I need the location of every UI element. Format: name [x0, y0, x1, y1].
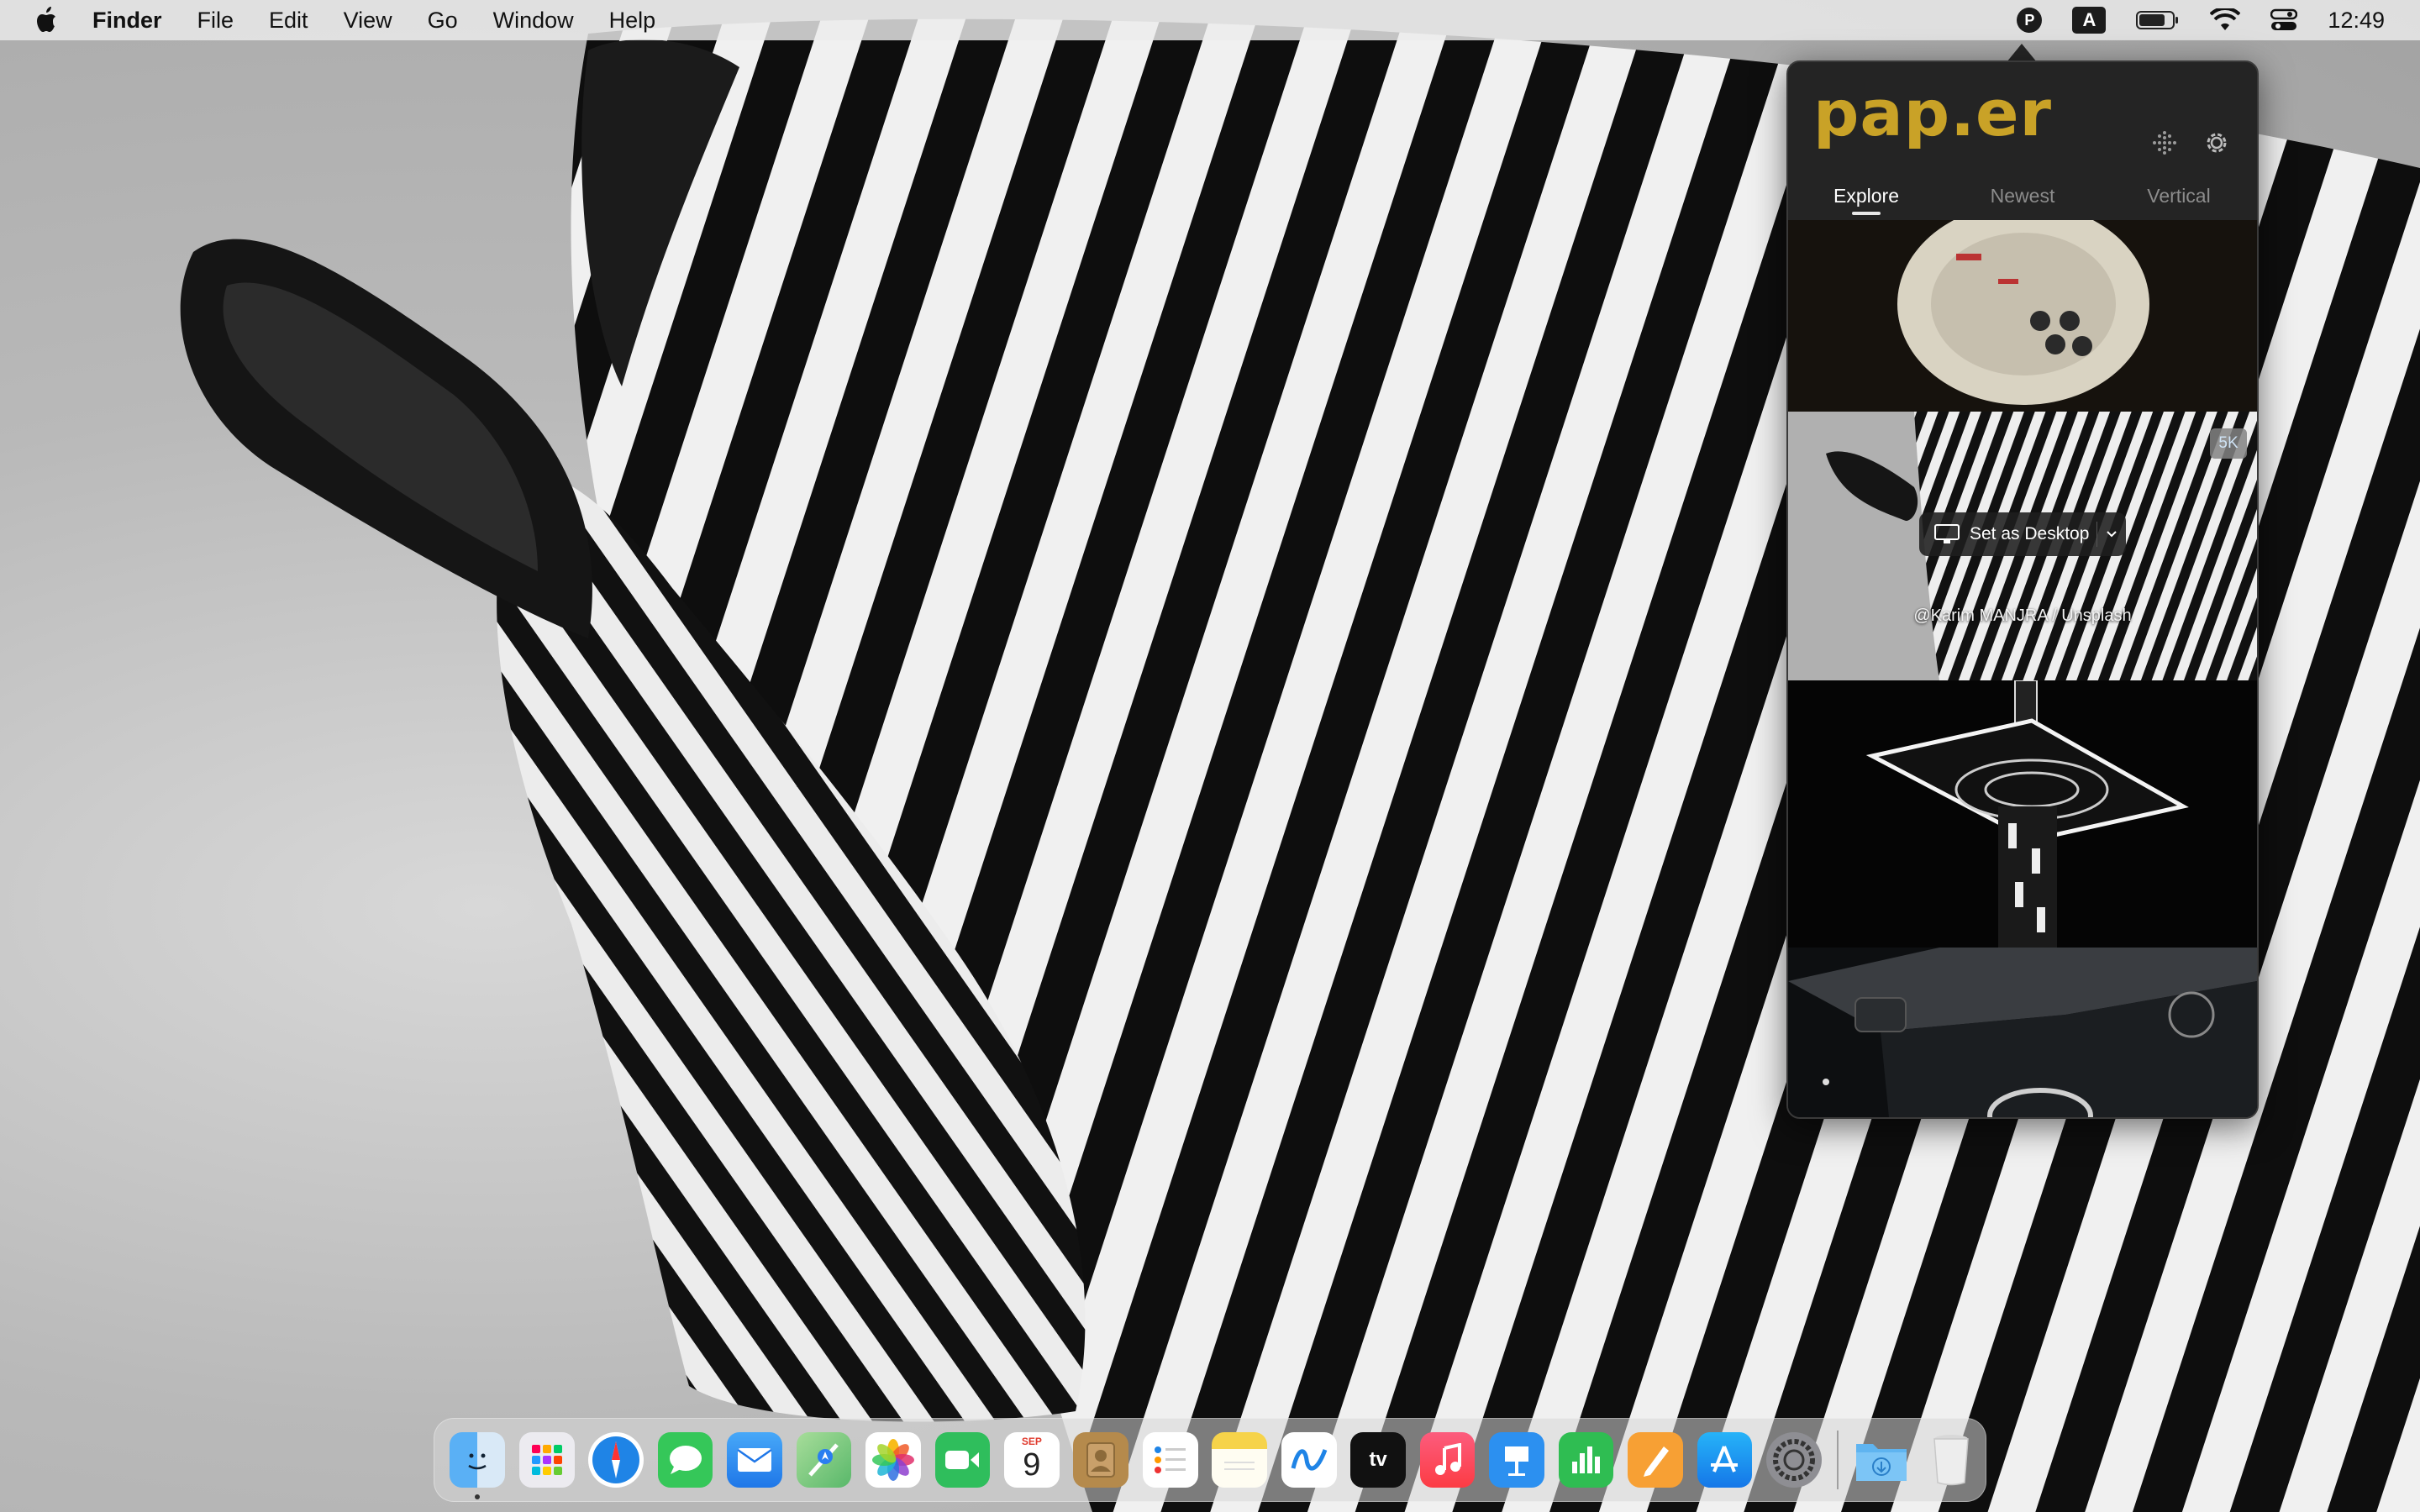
- set-as-desktop-button[interactable]: Set as Desktop: [1919, 512, 2126, 556]
- reminders-icon[interactable]: [1142, 1432, 1198, 1488]
- calendar-icon[interactable]: SEP 9: [1004, 1432, 1060, 1488]
- car-image: [1788, 948, 2257, 1117]
- messages-icon[interactable]: [657, 1432, 713, 1488]
- calendar-month: SEP: [1021, 1436, 1042, 1447]
- notes-icon[interactable]: [1212, 1432, 1268, 1488]
- menu-edit[interactable]: Edit: [269, 8, 308, 34]
- dock: SEP 9 tv: [434, 1418, 1986, 1502]
- menu-app-name[interactable]: Finder: [92, 8, 162, 34]
- dots-grid-icon[interactable]: [2148, 126, 2181, 160]
- neon-platform-image: [1788, 680, 2257, 948]
- popover-header: pap.er Explore Newest Vertical: [1788, 62, 2257, 220]
- status-area: P A 12:49: [2017, 0, 2420, 40]
- dock-separator: [1837, 1431, 1839, 1489]
- paper-badge: P: [2017, 8, 2043, 33]
- settings-icon[interactable]: [1766, 1432, 1822, 1488]
- numbers-icon[interactable]: [1558, 1432, 1614, 1488]
- tab-vertical[interactable]: Vertical: [2101, 181, 2257, 220]
- paper-popover: pap.er Explore Newest Vertical 5K Set as…: [1786, 60, 2259, 1119]
- monitor-icon: [1934, 524, 1960, 544]
- popover-arrow: [2007, 44, 2037, 62]
- contacts-icon[interactable]: [1073, 1432, 1129, 1488]
- launchpad-icon[interactable]: [518, 1432, 575, 1488]
- running-indicator: [475, 1494, 481, 1499]
- control-center-icon[interactable]: [2270, 8, 2298, 32]
- facetime-icon[interactable]: [934, 1432, 991, 1488]
- keynote-icon[interactable]: [1489, 1432, 1544, 1488]
- tab-newest[interactable]: Newest: [1944, 181, 2101, 220]
- tv-icon[interactable]: tv: [1350, 1432, 1406, 1488]
- maps-icon[interactable]: [796, 1432, 852, 1488]
- menubar-clock[interactable]: 12:49: [2328, 8, 2385, 34]
- mail-icon[interactable]: [727, 1432, 782, 1488]
- wallpaper-thumbnail-1[interactable]: [1788, 220, 2257, 412]
- resolution-badge: 5K: [2210, 428, 2247, 459]
- spaceship-image: [1788, 220, 2257, 412]
- menu-help[interactable]: Help: [609, 8, 656, 34]
- menu-go[interactable]: Go: [428, 8, 458, 34]
- safari-icon[interactable]: [588, 1432, 644, 1488]
- wifi-icon[interactable]: [2210, 8, 2241, 32]
- menu-bar: Finder File Edit View Go Window Help P A…: [0, 0, 2420, 40]
- app-store-icon[interactable]: [1697, 1432, 1753, 1488]
- calendar-day: 9: [1023, 1447, 1041, 1483]
- music-icon[interactable]: [1419, 1432, 1476, 1488]
- input-source-icon[interactable]: A: [2072, 7, 2107, 34]
- menu-view[interactable]: View: [344, 8, 392, 34]
- finder-icon[interactable]: [450, 1432, 506, 1499]
- wallpaper-thumbnail-4[interactable]: [1788, 948, 2257, 1117]
- photo-credit[interactable]: @Karim MANJRA / Unsplash: [1788, 606, 2257, 626]
- tv-label: tv: [1369, 1448, 1387, 1471]
- tab-explore[interactable]: Explore: [1788, 181, 1944, 220]
- photos-icon[interactable]: [865, 1432, 921, 1488]
- apple-menu-icon[interactable]: [34, 5, 59, 35]
- pages-icon[interactable]: [1628, 1432, 1683, 1488]
- wallpaper-thumbnail-2[interactable]: 5K Set as Desktop @Karim MANJRA / Unspla…: [1788, 412, 2257, 680]
- downloads-folder-icon[interactable]: [1854, 1432, 1909, 1488]
- freeform-icon[interactable]: [1281, 1432, 1337, 1488]
- paper-logo: pap.er: [1813, 76, 2052, 150]
- trash-icon[interactable]: [1923, 1432, 1979, 1488]
- popover-tabs: Explore Newest Vertical: [1788, 181, 2257, 220]
- paper-app-icon[interactable]: P: [2017, 8, 2043, 33]
- wallpaper-thumbnail-3[interactable]: [1788, 680, 2257, 948]
- chevron-down-icon[interactable]: [2097, 530, 2126, 538]
- input-source-badge: A: [2072, 7, 2107, 34]
- set-as-desktop-label: Set as Desktop: [1970, 524, 2090, 543]
- battery-icon[interactable]: [2136, 10, 2180, 30]
- gear-icon[interactable]: [2200, 126, 2233, 160]
- menu-file[interactable]: File: [197, 8, 234, 34]
- menu-window[interactable]: Window: [493, 8, 574, 34]
